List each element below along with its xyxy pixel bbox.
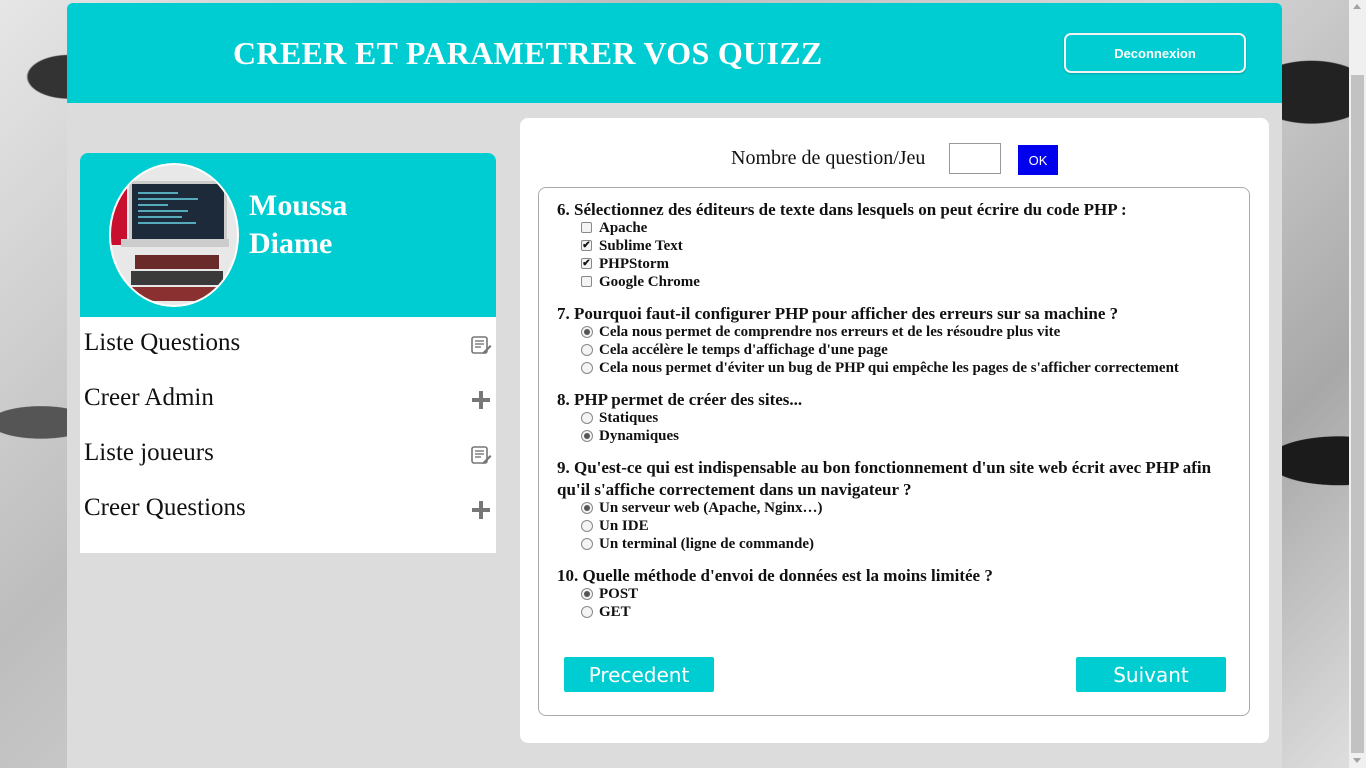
plus-icon[interactable] (470, 499, 492, 521)
radio[interactable] (581, 520, 593, 532)
radio[interactable] (581, 362, 593, 374)
menu-item-label: Creer Admin (84, 384, 214, 411)
ok-button[interactable]: OK (1018, 145, 1058, 175)
question-text: 10. Quelle méthode d'envoi de données es… (557, 566, 993, 585)
checkbox[interactable] (581, 276, 592, 287)
username: Moussa Diame (249, 187, 347, 263)
plus-icon[interactable] (470, 389, 492, 411)
radio-selected[interactable] (581, 326, 593, 338)
checkbox-checked[interactable]: ✔ (581, 240, 592, 251)
app-page: CREER ET PARAMETRER VOS QUIZZ Deconnexio… (67, 3, 1282, 768)
radio-selected[interactable] (581, 502, 593, 514)
list-edit-icon[interactable] (470, 444, 492, 466)
next-button[interactable]: Suivant (1076, 657, 1226, 692)
question-count-input[interactable] (949, 143, 1001, 174)
question-text: 7. Pourquoi faut-il configurer PHP pour … (557, 304, 1119, 323)
checkbox-checked[interactable]: ✔ (581, 258, 592, 269)
radio[interactable] (581, 412, 593, 424)
radio-selected[interactable] (581, 430, 593, 442)
question-text: 9. Qu'est-ce qui est indispensable au bo… (557, 458, 1212, 499)
menu-item-label: Liste joueurs (84, 439, 214, 466)
radio-selected[interactable] (581, 588, 593, 600)
list-edit-icon[interactable] (470, 334, 492, 356)
logout-button[interactable]: Deconnexion (1064, 33, 1246, 73)
menu-item-label: Creer Questions (84, 494, 246, 521)
radio[interactable] (581, 344, 593, 356)
scrollbar-thumb[interactable] (1351, 75, 1364, 753)
checkbox[interactable] (581, 222, 592, 233)
radio[interactable] (581, 606, 593, 618)
page-title: CREER ET PARAMETRER VOS QUIZZ (233, 35, 823, 71)
menu-item-creer-admin[interactable]: Creer Admin (80, 372, 496, 427)
scrollbar[interactable] (1349, 0, 1366, 768)
first-name: Moussa (249, 189, 348, 222)
scroll-up-icon[interactable] (1353, 4, 1361, 9)
sidebar: Moussa Diame Liste Questions Creer Admin… (80, 153, 496, 553)
menu-item-creer-questions[interactable]: Creer Questions (80, 482, 496, 537)
question-count-label: Nombre de question/Jeu (731, 147, 926, 169)
profile-card: Moussa Diame (80, 153, 496, 317)
question-text: 6. Sélectionnez des éditeurs de texte da… (557, 200, 1127, 219)
question-list: 6. Sélectionnez des éditeurs de texte da… (538, 187, 1250, 716)
menu-item-liste-joueurs[interactable]: Liste joueurs (80, 427, 496, 482)
previous-button[interactable]: Precedent (564, 657, 714, 692)
avatar (109, 163, 239, 307)
radio[interactable] (581, 538, 593, 550)
header: CREER ET PARAMETRER VOS QUIZZ Deconnexio… (67, 3, 1282, 103)
question-text: 8. PHP permet de créer des sites... (557, 390, 803, 409)
scroll-down-icon[interactable] (1353, 758, 1361, 763)
menu-item-label: Liste Questions (84, 329, 241, 356)
menu-item-liste-questions[interactable]: Liste Questions (80, 317, 496, 372)
quiz-panel: Nombre de question/Jeu OK 6. Sélectionne… (520, 118, 1269, 743)
last-name: Diame (249, 227, 333, 260)
